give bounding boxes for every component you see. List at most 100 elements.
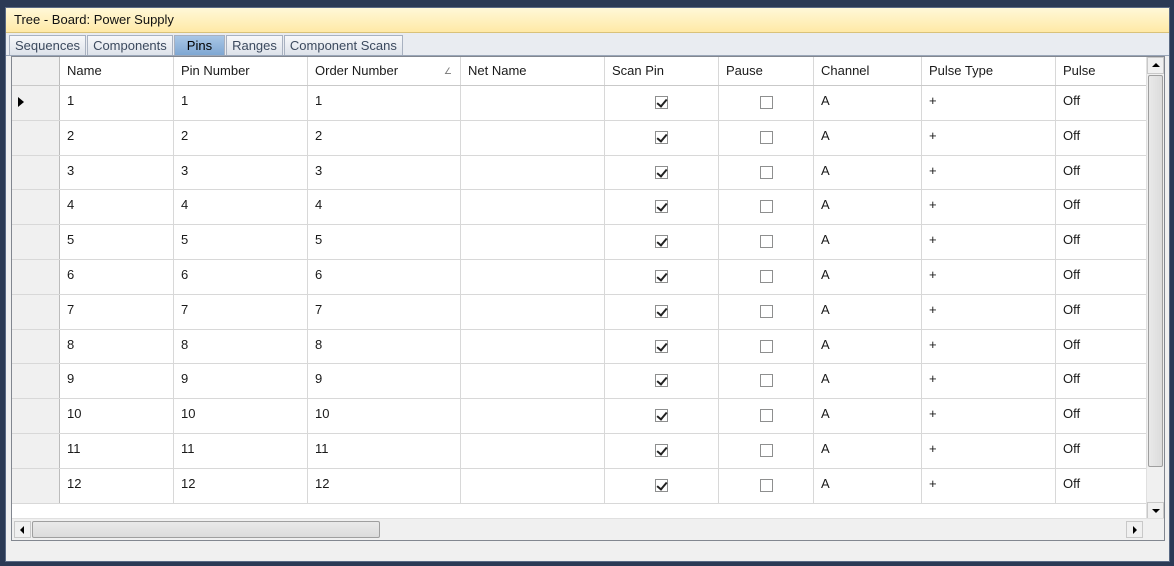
- cell-net-name[interactable]: [461, 225, 605, 259]
- row-header[interactable]: [12, 86, 60, 120]
- cell-pulse[interactable]: Off: [1056, 121, 1147, 155]
- cell-net-name[interactable]: [461, 120, 605, 155]
- cell-order-number[interactable]: 2: [308, 120, 461, 155]
- cell-pin-number[interactable]: 10: [174, 399, 308, 433]
- scan-pin-checkbox[interactable]: [655, 304, 668, 318]
- cell-net-name[interactable]: [461, 433, 605, 468]
- scroll-up-button[interactable]: [1147, 57, 1164, 74]
- row-header[interactable]: [12, 364, 60, 399]
- cell-pulse-type[interactable]: +: [922, 120, 1056, 155]
- cell-name[interactable]: 6: [60, 259, 174, 294]
- col-header-pin-number[interactable]: Pin Number: [174, 57, 308, 85]
- vertical-scrollbar[interactable]: [1146, 57, 1164, 519]
- scan-pin-checkbox[interactable]: [655, 374, 668, 388]
- cell-net-name[interactable]: [461, 294, 605, 329]
- table-row[interactable]: 8 8 8 A + Off: [12, 329, 1147, 365]
- cell-pulse[interactable]: Off: [1056, 330, 1147, 364]
- col-header-pulse[interactable]: Pulse: [1056, 57, 1147, 85]
- cell-channel[interactable]: A: [814, 364, 922, 399]
- cell-order-number[interactable]: 8: [308, 329, 461, 364]
- cell-order-number[interactable]: 7: [308, 294, 461, 329]
- cell-channel[interactable]: A: [814, 294, 922, 329]
- scan-pin-checkbox[interactable]: [655, 478, 668, 492]
- cell-pulse-type[interactable]: +: [922, 364, 1056, 399]
- cell-pin-number[interactable]: 6: [174, 259, 308, 294]
- scan-pin-checkbox[interactable]: [655, 235, 668, 249]
- cell-name[interactable]: 8: [60, 329, 174, 364]
- scroll-down-button[interactable]: [1147, 502, 1164, 519]
- col-header-channel[interactable]: Channel: [814, 57, 922, 85]
- scroll-right-button[interactable]: [1126, 521, 1143, 538]
- cell-name[interactable]: 3: [60, 155, 174, 190]
- scan-pin-checkbox[interactable]: [655, 130, 668, 144]
- cell-channel[interactable]: A: [814, 120, 922, 155]
- table-row[interactable]: 11 11 11 A + Off: [12, 433, 1147, 469]
- table-row[interactable]: 9 9 9 A + Off: [12, 364, 1147, 400]
- col-header-pulse-type[interactable]: Pulse Type: [922, 57, 1056, 85]
- cell-pulse[interactable]: Off: [1056, 190, 1147, 224]
- cell-name[interactable]: 11: [60, 433, 174, 468]
- row-header[interactable]: [12, 433, 60, 468]
- pause-checkbox[interactable]: [759, 304, 773, 318]
- cell-pin-number[interactable]: 3: [174, 155, 308, 190]
- cell-net-name[interactable]: [461, 86, 605, 120]
- cell-channel[interactable]: A: [814, 468, 922, 503]
- cell-order-number[interactable]: 6: [308, 259, 461, 294]
- cell-name[interactable]: 12: [60, 468, 174, 503]
- cell-net-name[interactable]: [461, 399, 605, 433]
- cell-channel[interactable]: A: [814, 399, 922, 433]
- cell-order-number[interactable]: 3: [308, 155, 461, 190]
- pause-checkbox[interactable]: [759, 374, 773, 388]
- col-header-scan-pin[interactable]: Scan Pin: [605, 57, 719, 85]
- row-header[interactable]: [12, 329, 60, 364]
- cell-pin-number[interactable]: 11: [174, 433, 308, 468]
- cell-name[interactable]: 9: [60, 364, 174, 399]
- cell-pulse-type[interactable]: +: [922, 399, 1056, 433]
- cell-name[interactable]: 1: [60, 86, 174, 120]
- cell-pin-number[interactable]: 12: [174, 468, 308, 503]
- cell-channel[interactable]: A: [814, 190, 922, 225]
- table-row[interactable]: 4 4 4 A + Off: [12, 190, 1147, 226]
- cell-pulse-type[interactable]: +: [922, 190, 1056, 225]
- col-header-net-name[interactable]: Net Name: [461, 57, 605, 85]
- col-header-pause[interactable]: Pause: [719, 57, 814, 85]
- scan-pin-checkbox[interactable]: [655, 200, 668, 214]
- cell-net-name[interactable]: [461, 364, 605, 399]
- pause-checkbox[interactable]: [759, 269, 773, 283]
- scan-pin-checkbox[interactable]: [655, 165, 668, 179]
- row-header[interactable]: [12, 468, 60, 503]
- cell-order-number[interactable]: 12: [308, 468, 461, 503]
- cell-name[interactable]: 10: [60, 399, 174, 433]
- cell-pulse-type[interactable]: +: [922, 294, 1056, 329]
- row-header[interactable]: [12, 399, 60, 433]
- pause-checkbox[interactable]: [759, 165, 773, 179]
- cell-name[interactable]: 5: [60, 225, 174, 259]
- cell-pulse-type[interactable]: +: [922, 225, 1056, 259]
- cell-pin-number[interactable]: 4: [174, 190, 308, 225]
- tab-components[interactable]: Components: [87, 35, 173, 55]
- cell-pulse[interactable]: Off: [1056, 295, 1147, 329]
- pause-checkbox[interactable]: [759, 478, 773, 492]
- cell-channel[interactable]: A: [814, 259, 922, 294]
- cell-channel[interactable]: A: [814, 433, 922, 468]
- scan-pin-checkbox[interactable]: [655, 339, 668, 353]
- cell-pulse[interactable]: Off: [1056, 434, 1147, 468]
- pause-checkbox[interactable]: [759, 130, 773, 144]
- scroll-left-button[interactable]: [14, 521, 31, 538]
- pause-checkbox[interactable]: [759, 200, 773, 214]
- cell-name[interactable]: 7: [60, 294, 174, 329]
- row-header-corner[interactable]: [12, 57, 60, 85]
- cell-pulse-type[interactable]: +: [922, 86, 1056, 120]
- cell-name[interactable]: 4: [60, 190, 174, 225]
- scan-pin-checkbox[interactable]: [655, 96, 668, 109]
- cell-net-name[interactable]: [461, 259, 605, 294]
- cell-pulse[interactable]: Off: [1056, 364, 1147, 398]
- cell-net-name[interactable]: [461, 190, 605, 225]
- tab-ranges[interactable]: Ranges: [226, 35, 283, 55]
- cell-pulse[interactable]: Off: [1056, 399, 1147, 433]
- cell-net-name[interactable]: [461, 155, 605, 190]
- cell-pulse-type[interactable]: +: [922, 329, 1056, 364]
- cell-net-name[interactable]: [461, 468, 605, 503]
- table-row[interactable]: 7 7 7 A + Off: [12, 294, 1147, 330]
- cell-order-number[interactable]: 9: [308, 364, 461, 399]
